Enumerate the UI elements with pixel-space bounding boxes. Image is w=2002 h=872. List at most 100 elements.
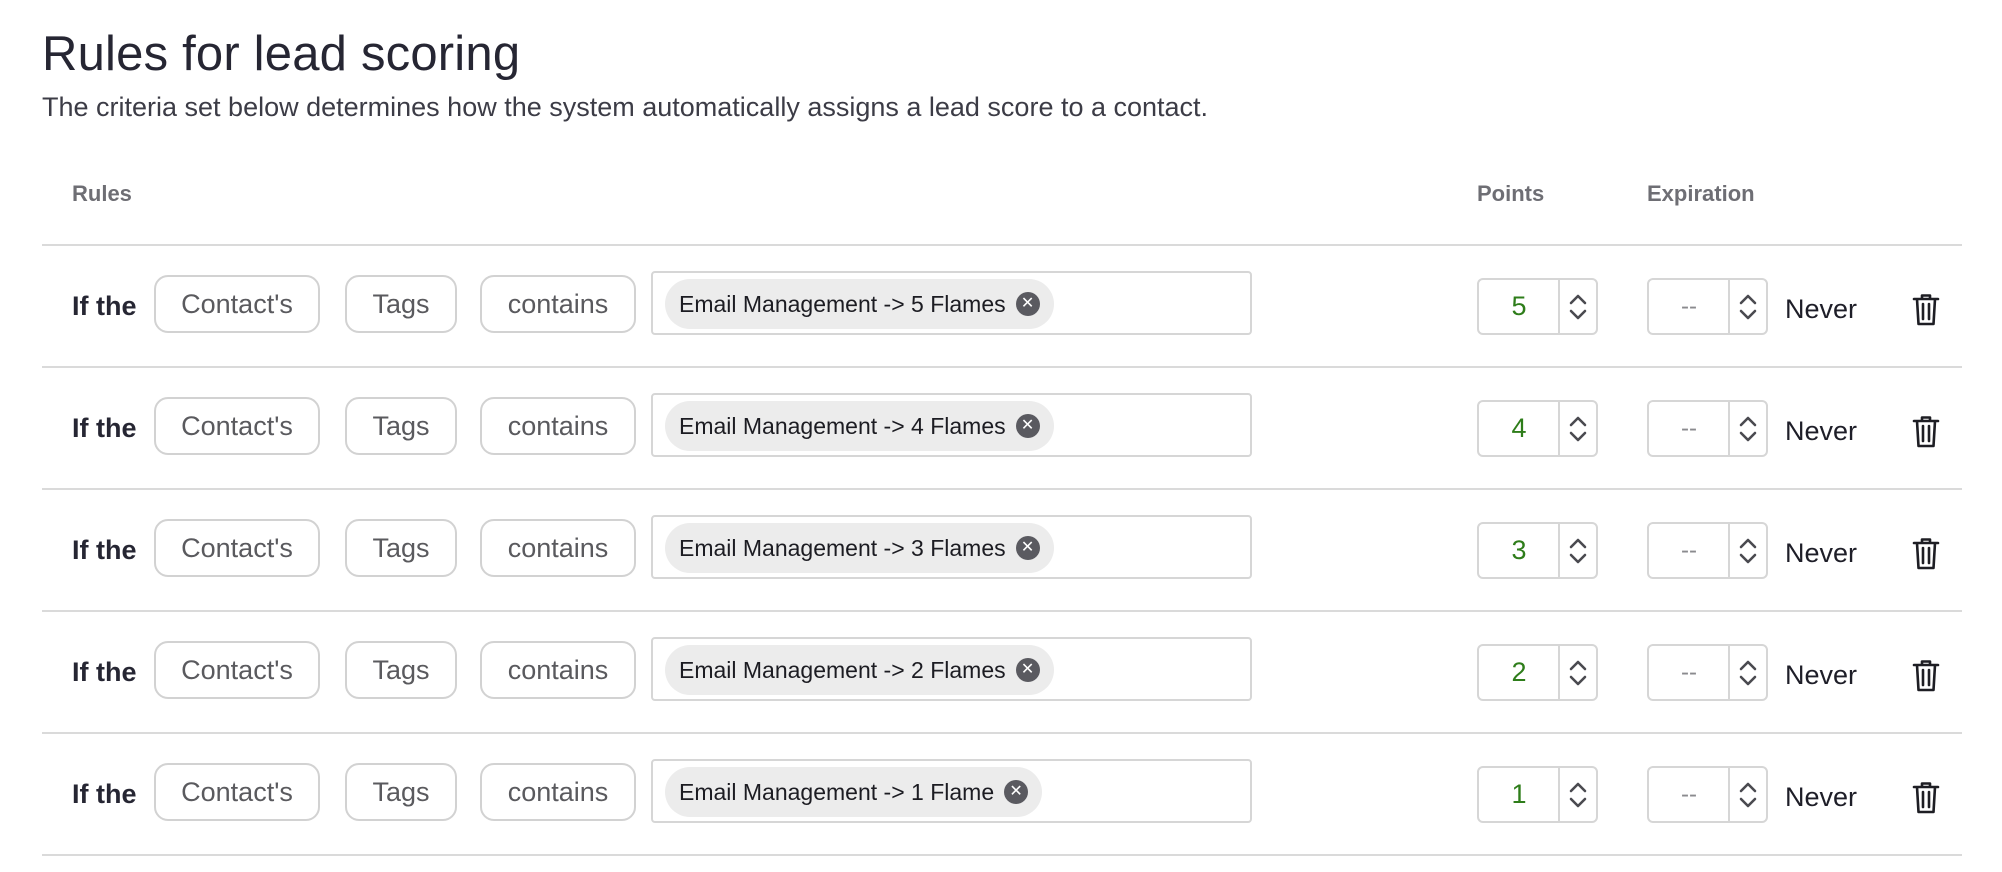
close-circle-icon[interactable]: ✕ <box>1015 292 1040 316</box>
close-circle-icon[interactable]: ✕ <box>1015 414 1040 438</box>
field-select[interactable]: Tags <box>345 397 457 455</box>
stepper-arrows[interactable] <box>1730 768 1766 821</box>
operator-select[interactable]: contains <box>480 519 636 577</box>
stepper-arrows[interactable] <box>1560 402 1596 455</box>
trash-icon[interactable] <box>1912 537 1940 571</box>
chevron-up-icon[interactable] <box>1569 293 1587 305</box>
chevron-up-icon[interactable] <box>1739 781 1757 793</box>
points-stepper[interactable]: 1 <box>1477 766 1598 823</box>
chevron-up-icon[interactable] <box>1739 537 1757 549</box>
trash-icon[interactable] <box>1912 293 1940 327</box>
points-stepper[interactable]: 4 <box>1477 400 1598 457</box>
subject-select[interactable]: Contact's <box>154 641 320 699</box>
stepper-arrows[interactable] <box>1560 646 1596 699</box>
chevron-down-icon[interactable] <box>1569 797 1587 809</box>
chevron-up-icon[interactable] <box>1739 415 1757 427</box>
tag-chip-label: Email Management -> 2 Flames <box>679 656 1006 683</box>
tag-chip: Email Management -> 2 Flames ✕ <box>665 645 1054 695</box>
close-circle-icon[interactable]: ✕ <box>1004 780 1029 804</box>
expiration-value[interactable]: -- <box>1649 402 1729 455</box>
tag-input[interactable]: Email Management -> 4 Flames ✕ <box>651 393 1252 457</box>
expiration-label: Never <box>1785 538 1858 568</box>
chevron-down-icon[interactable] <box>1739 309 1757 321</box>
column-header-expiration: Expiration <box>1647 181 1755 206</box>
operator-select[interactable]: contains <box>480 641 636 699</box>
tag-chip-label: Email Management -> 3 Flames <box>679 534 1006 561</box>
close-circle-icon[interactable]: ✕ <box>1015 536 1040 560</box>
subject-select[interactable]: Contact's <box>154 275 320 333</box>
field-select[interactable]: Tags <box>345 641 457 699</box>
stepper-arrows[interactable] <box>1730 524 1766 577</box>
chevron-down-icon[interactable] <box>1739 431 1757 443</box>
expiration-label: Never <box>1785 782 1858 812</box>
tag-input[interactable]: Email Management -> 5 Flames ✕ <box>651 271 1252 335</box>
chevron-down-icon[interactable] <box>1739 553 1757 565</box>
expiration-stepper[interactable]: -- <box>1647 278 1768 335</box>
points-value[interactable]: 3 <box>1479 524 1559 577</box>
field-select[interactable]: Tags <box>345 275 457 333</box>
operator-select[interactable]: contains <box>480 397 636 455</box>
rule-row: If the Contact's Tags contains Email Man… <box>42 611 1962 732</box>
expiration-stepper[interactable]: -- <box>1647 522 1768 579</box>
chevron-up-icon[interactable] <box>1569 659 1587 671</box>
trash-icon[interactable] <box>1912 415 1940 449</box>
chevron-up-icon[interactable] <box>1569 415 1587 427</box>
points-stepper[interactable]: 5 <box>1477 278 1598 335</box>
expiration-value[interactable]: -- <box>1649 524 1729 577</box>
rule-row: If the Contact's Tags contains Email Man… <box>42 245 1962 366</box>
page-title: Rules for lead scoring <box>42 27 521 81</box>
subject-select[interactable]: Contact's <box>154 763 320 821</box>
points-value[interactable]: 5 <box>1479 280 1559 333</box>
tag-input[interactable]: Email Management -> 3 Flames ✕ <box>651 515 1252 579</box>
trash-icon[interactable] <box>1912 781 1940 815</box>
chevron-down-icon[interactable] <box>1569 431 1587 443</box>
chevron-down-icon[interactable] <box>1569 675 1587 687</box>
points-stepper[interactable]: 3 <box>1477 522 1598 579</box>
close-circle-icon[interactable]: ✕ <box>1015 658 1040 682</box>
stepper-arrows[interactable] <box>1560 280 1596 333</box>
subject-select[interactable]: Contact's <box>154 519 320 577</box>
chevron-down-icon[interactable] <box>1739 675 1757 687</box>
rule-prefix: If the <box>72 413 137 443</box>
rule-prefix: If the <box>72 657 137 687</box>
stepper-arrows[interactable] <box>1730 646 1766 699</box>
expiration-stepper[interactable]: -- <box>1647 766 1768 823</box>
chevron-down-icon[interactable] <box>1739 797 1757 809</box>
expiration-value[interactable]: -- <box>1649 646 1729 699</box>
expiration-label: Never <box>1785 660 1858 690</box>
points-stepper[interactable]: 2 <box>1477 644 1598 701</box>
subject-select[interactable]: Contact's <box>154 397 320 455</box>
expiration-value[interactable]: -- <box>1649 280 1729 333</box>
chevron-up-icon[interactable] <box>1569 537 1587 549</box>
operator-select[interactable]: contains <box>480 763 636 821</box>
stepper-arrows[interactable] <box>1730 280 1766 333</box>
tag-chip: Email Management -> 3 Flames ✕ <box>665 523 1054 573</box>
tag-chip-label: Email Management -> 4 Flames <box>679 412 1006 439</box>
points-value[interactable]: 4 <box>1479 402 1559 455</box>
points-value[interactable]: 1 <box>1479 768 1559 821</box>
field-select[interactable]: Tags <box>345 763 457 821</box>
points-value[interactable]: 2 <box>1479 646 1559 699</box>
chevron-up-icon[interactable] <box>1569 781 1587 793</box>
chevron-up-icon[interactable] <box>1739 293 1757 305</box>
page-subtitle: The criteria set below determines how th… <box>42 92 1209 122</box>
stepper-arrows[interactable] <box>1560 524 1596 577</box>
chevron-down-icon[interactable] <box>1569 553 1587 565</box>
expiration-stepper[interactable]: -- <box>1647 400 1768 457</box>
tag-chip-label: Email Management -> 5 Flames <box>679 290 1006 317</box>
tag-input[interactable]: Email Management -> 1 Flame ✕ <box>651 759 1252 823</box>
chevron-down-icon[interactable] <box>1569 309 1587 321</box>
field-select[interactable]: Tags <box>345 519 457 577</box>
expiration-stepper[interactable]: -- <box>1647 644 1768 701</box>
expiration-value[interactable]: -- <box>1649 768 1729 821</box>
stepper-arrows[interactable] <box>1560 768 1596 821</box>
rule-row: If the Contact's Tags contains Email Man… <box>42 489 1962 610</box>
column-header-points: Points <box>1477 181 1545 206</box>
rule-row: If the Contact's Tags contains Email Man… <box>42 733 1962 854</box>
trash-icon[interactable] <box>1912 659 1940 693</box>
chevron-up-icon[interactable] <box>1739 659 1757 671</box>
operator-select[interactable]: contains <box>480 275 636 333</box>
tag-input[interactable]: Email Management -> 2 Flames ✕ <box>651 637 1252 701</box>
tag-chip-label: Email Management -> 1 Flame <box>679 778 995 805</box>
stepper-arrows[interactable] <box>1730 402 1766 455</box>
